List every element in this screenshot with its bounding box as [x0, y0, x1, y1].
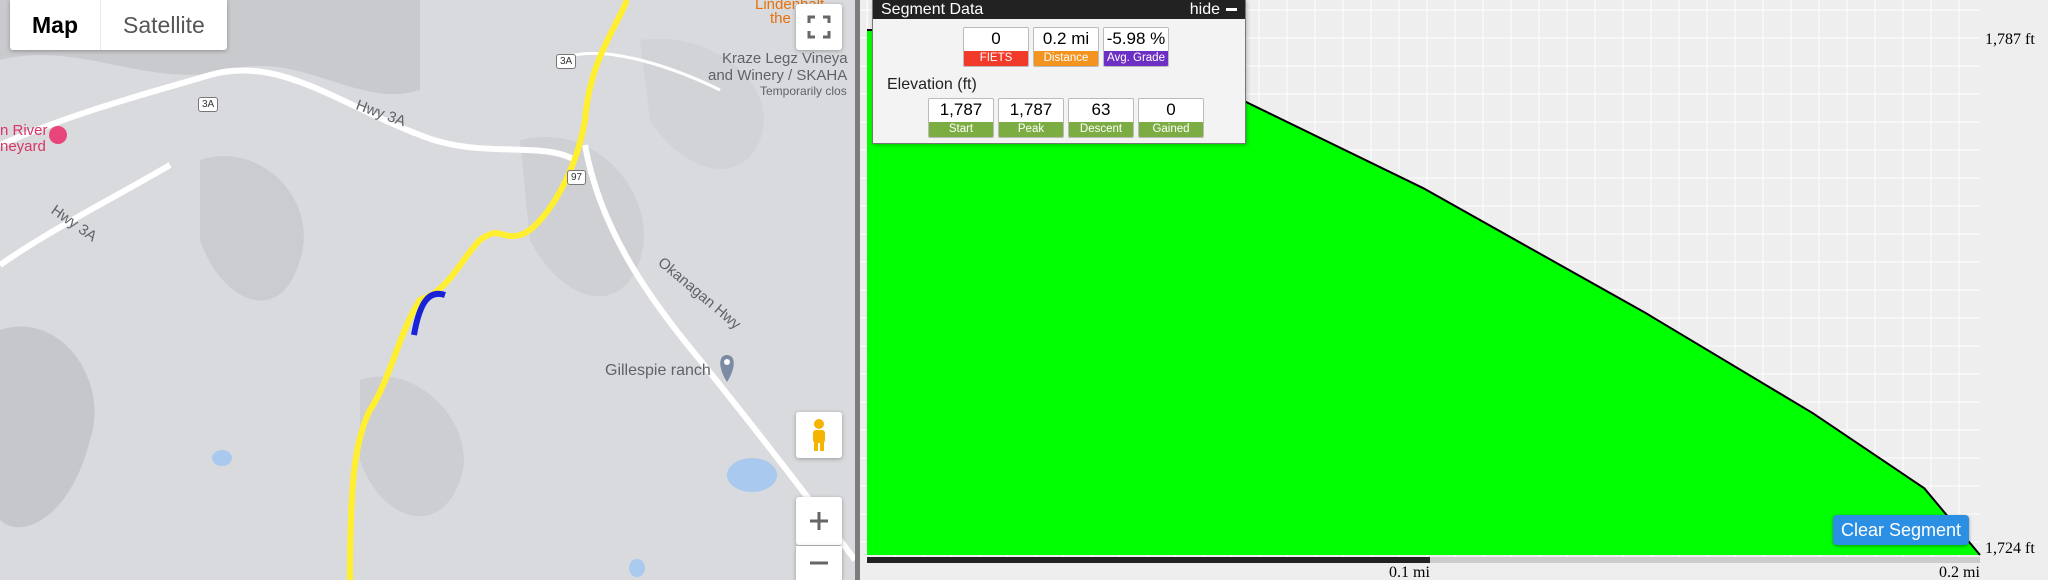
hide-label: hide: [1189, 1, 1220, 18]
y-top-label: 1,787 ft: [1985, 31, 2035, 48]
start-label: Start: [929, 122, 993, 137]
pegman-icon: [813, 419, 825, 451]
start-stat: 1,787 Start: [928, 98, 994, 138]
start-value: 1,787: [939, 100, 983, 119]
x-end-label: 0.2 mi: [1939, 564, 1980, 580]
street-view-pegman-button[interactable]: [796, 412, 842, 458]
map-type-map-button[interactable]: Map: [10, 0, 100, 50]
gained-stat: 0 Gained: [1138, 98, 1204, 138]
minus-icon: [810, 561, 828, 565]
fiets-label: FIETS: [964, 51, 1028, 66]
gained-label: Gained: [1139, 122, 1203, 137]
plus-icon: [810, 512, 828, 530]
elevation-stats-row: 1,787 Start 1,787 Peak 63 Descent 0 Gain…: [928, 98, 1204, 138]
fiets-value: 0: [991, 29, 1001, 48]
elevation-title: Elevation (ft): [887, 76, 977, 93]
segment-data-title: Segment Data: [881, 1, 984, 18]
fiets-stat: 0 FIETS: [963, 27, 1029, 67]
descent-stat: 63 Descent: [1068, 98, 1134, 138]
peak-label: Peak: [999, 122, 1063, 137]
hide-button[interactable]: hide: [1190, 0, 1237, 19]
kraze-legz-label-1: Kraze Legz Vineya: [722, 50, 848, 67]
winery-river-label-2: neyard: [0, 138, 46, 155]
segment-data-panel: Segment Data hide 0 FIETS 0.2 mi Distanc…: [872, 0, 1246, 144]
fullscreen-icon: [807, 15, 831, 39]
winery-river-label-1: n River: [0, 122, 48, 139]
descent-label: Descent: [1069, 122, 1133, 137]
peak-value: 1,787: [1009, 100, 1053, 119]
collapse-icon: [1226, 8, 1237, 11]
hwy-3a-shield-1: 3A: [198, 97, 219, 112]
avg-grade-stat: -5.98 % Avg. Grade: [1103, 27, 1169, 67]
zoom-out-button[interactable]: [796, 546, 842, 580]
lindenhalt-label-2: the: [770, 10, 791, 27]
gillespie-ranch-label: Gillespie ranch: [605, 362, 711, 379]
distance-stat: 0.2 mi Distance: [1033, 27, 1099, 67]
hwy-3a-shield-2: 3A: [556, 54, 577, 69]
gained-value: 0: [1166, 100, 1176, 119]
distance-value: 0.2 mi: [1042, 29, 1090, 48]
x-mid-label: 0.1 mi: [1389, 564, 1430, 580]
distance-label: Distance: [1034, 51, 1098, 66]
peak-stat: 1,787 Peak: [998, 98, 1064, 138]
avg-grade-label: Avg. Grade: [1104, 51, 1168, 66]
elevation-chart-pane[interactable]: 1,787 ft 1,724 ft 0.1 mi 0.2 mi Segment …: [860, 0, 2048, 580]
descent-value: 63: [1091, 100, 1111, 119]
kraze-legz-label-2: and Winery / SKAHA: [708, 67, 848, 84]
kraze-legz-status: Temporarily clos: [760, 84, 847, 98]
fullscreen-button[interactable]: [796, 4, 842, 50]
hwy-97-shield: 97: [567, 170, 587, 185]
segment-data-header: Segment Data hide: [873, 0, 1245, 19]
clear-segment-button[interactable]: Clear Segment: [1833, 515, 1969, 545]
map-canvas[interactable]: [0, 0, 855, 580]
avg-grade-value: -5.98 %: [1106, 29, 1166, 48]
map-pane[interactable]: Kraze Legz Vineya and Winery / SKAHA Tem…: [0, 0, 855, 580]
map-type-control: Map Satellite: [10, 0, 227, 50]
segment-stats-row: 0 FIETS 0.2 mi Distance -5.98 % Avg. Gra…: [963, 27, 1169, 67]
zoom-in-button[interactable]: [796, 497, 842, 545]
y-bottom-label: 1,724 ft: [1985, 540, 2035, 557]
map-type-satellite-button[interactable]: Satellite: [101, 0, 227, 50]
